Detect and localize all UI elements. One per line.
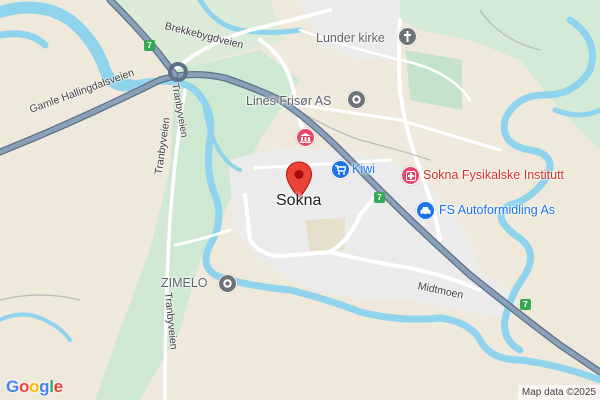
poi-sokna-fysikalske-institutt[interactable] <box>401 166 420 185</box>
poi-label-lines-frisor[interactable]: Lines Frisør AS <box>246 94 331 108</box>
logo-letter: G <box>6 377 19 396</box>
poi-lines-frisor[interactable] <box>347 90 366 109</box>
hospital-icon <box>405 170 416 181</box>
poi-lunder-kirke[interactable] <box>398 27 417 46</box>
bank-icon <box>300 132 311 143</box>
church-icon <box>404 31 411 42</box>
poi-kiwi[interactable] <box>331 160 350 179</box>
map-attribution[interactable]: Map data ©2025 <box>517 385 600 400</box>
poi-zimelo[interactable] <box>218 274 237 293</box>
route-shield: 7 <box>520 299 531 310</box>
poi-bank[interactable] <box>296 128 315 147</box>
poi-label-kiwi[interactable]: Kiwi <box>352 162 375 176</box>
google-logo: Google <box>6 377 63 397</box>
poi-label-lunder-kirke[interactable]: Lunder kirke <box>316 31 385 45</box>
poi-label-fs-autoformidling[interactable]: FS Autoformidling As <box>439 203 555 217</box>
route-shield: 7 <box>144 40 155 51</box>
poi-label-zimelo[interactable]: ZIMELO <box>161 276 208 290</box>
poi-fs-autoformidling[interactable] <box>416 201 435 220</box>
car-icon <box>420 206 431 216</box>
shopping-cart-icon <box>335 164 346 175</box>
place-icon <box>223 279 232 288</box>
logo-letter: e <box>53 377 63 396</box>
logo-letter: o <box>18 377 30 396</box>
place-label-sokna: Sokna <box>276 192 322 209</box>
map-canvas[interactable]: Brekkebygdveien Gamle Hallingdalsveien T… <box>0 0 600 400</box>
logo-letter: o <box>29 377 40 396</box>
place-icon <box>352 95 361 104</box>
poi-label-sokna-fysikalske-institutt[interactable]: Sokna Fysikalske Institutt <box>423 168 564 182</box>
logo-letter: g <box>39 377 50 396</box>
route-shield: 7 <box>374 192 385 203</box>
